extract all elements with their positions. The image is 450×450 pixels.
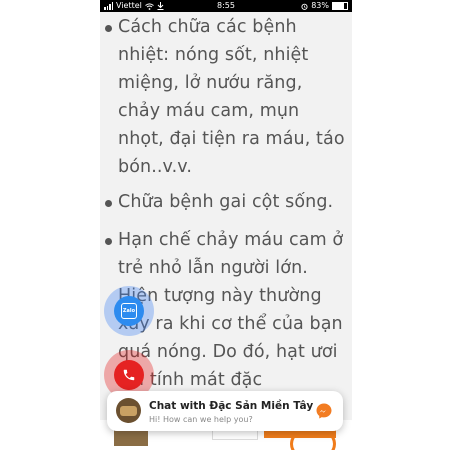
battery-icon (332, 2, 348, 10)
zalo-icon: Zalo (114, 296, 144, 326)
zalo-label: Zalo (121, 303, 137, 319)
zalo-button[interactable]: Zalo (104, 286, 154, 336)
battery-percent: 83% (311, 1, 329, 10)
chat-title: Chat with Đặc Sản Miền Tây (149, 400, 314, 412)
avatar (116, 398, 141, 423)
list-item: Chữa bệnh gai cột sống. (100, 188, 352, 216)
list-item-text: Cách chữa các bệnh nhiệt: nóng sốt, nhiệ… (118, 17, 345, 177)
phone-screen: Viettel 8:55 83% Cách chữa các bệnh nhiệ… (100, 0, 352, 450)
list-item: Cách chữa các bệnh nhiệt: nóng sốt, nhiệ… (100, 13, 352, 181)
status-bar: Viettel 8:55 83% (100, 0, 352, 12)
chat-subtitle: Hi! How can we help you? (149, 415, 253, 424)
messenger-icon[interactable] (315, 402, 333, 420)
phone-icon (123, 369, 135, 381)
chat-widget[interactable]: Chat with Đặc Sản Miền Tây Hi! How can w… (107, 391, 343, 431)
alarm-icon (301, 3, 308, 10)
list-item-text: Chữa bệnh gai cột sống. (118, 192, 334, 212)
